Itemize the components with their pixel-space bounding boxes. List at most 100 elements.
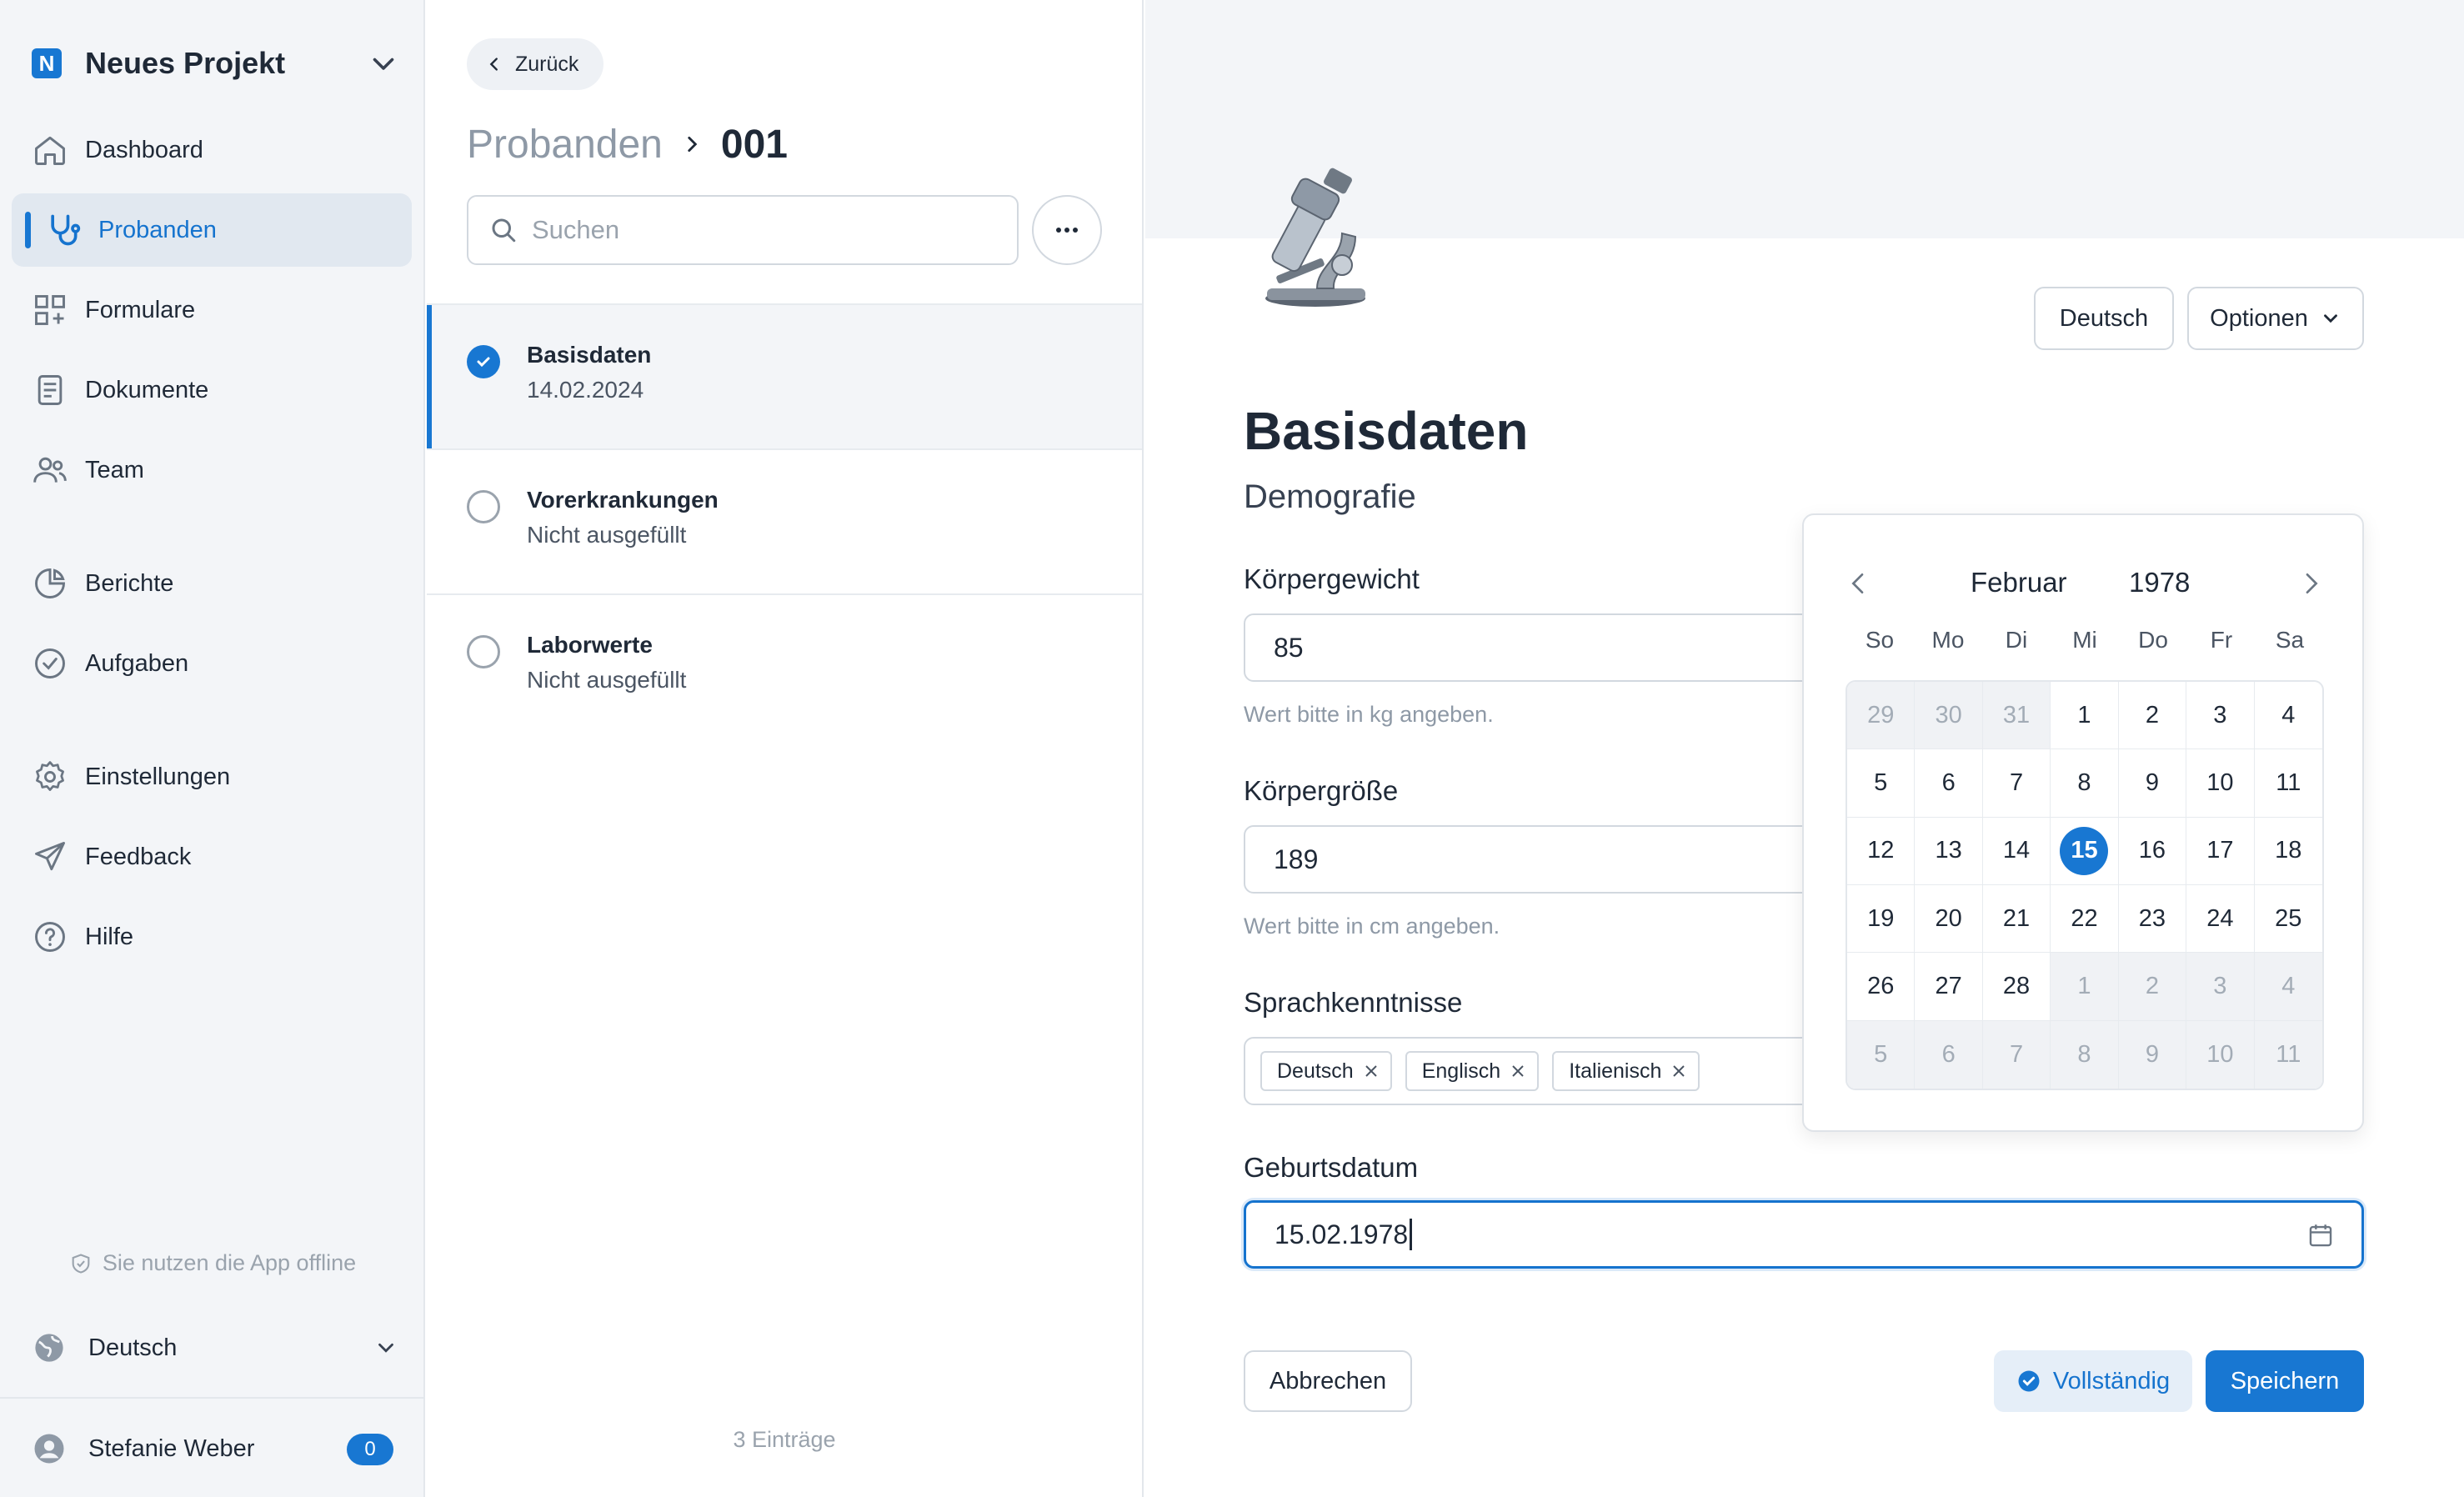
sidebar-item-dashboard[interactable]: Dashboard: [12, 113, 412, 187]
calendar-day[interactable]: 4: [2254, 953, 2322, 1021]
calendar-day[interactable]: 10: [2186, 749, 2255, 818]
notification-badge[interactable]: 0: [347, 1434, 393, 1465]
calendar-day[interactable]: 8: [2051, 749, 2119, 818]
calendar-day-label: 2: [2145, 972, 2159, 999]
calendar-day-label: 20: [1935, 904, 1962, 932]
calendar-day[interactable]: 28: [1982, 953, 2051, 1021]
calendar-day[interactable]: 26: [1847, 953, 1916, 1021]
calendar-day-label: 10: [2206, 1040, 2234, 1068]
calendar-day[interactable]: 20: [1915, 885, 1983, 954]
calendar-day[interactable]: 12: [1847, 817, 1916, 885]
chevron-right-icon[interactable]: [2297, 570, 2324, 597]
calendar-day[interactable]: 1: [2051, 953, 2119, 1021]
sidebar-item-aufgaben[interactable]: Aufgaben: [12, 627, 412, 700]
cancel-button[interactable]: Abbrechen: [1244, 1350, 1412, 1412]
sidebar-item-einstellungen[interactable]: Einstellungen: [12, 740, 412, 814]
calendar-day-label: 19: [1867, 904, 1895, 932]
calendar-day[interactable]: 5: [1847, 1020, 1916, 1089]
weight-help: Wert bitte in kg angeben.: [1244, 702, 1494, 727]
form-section-title: Demografie: [1244, 478, 1416, 515]
sidebar-item-formulare[interactable]: Formulare: [12, 273, 412, 347]
back-label: Zurück: [515, 52, 579, 76]
sidebar-item-berichte[interactable]: Berichte: [12, 547, 412, 620]
calendar-day[interactable]: 11: [2254, 1020, 2322, 1089]
calendar-day[interactable]: 9: [2118, 1020, 2187, 1089]
calendar-day[interactable]: 1: [2051, 682, 2119, 750]
options-label: Optionen: [2210, 304, 2308, 332]
sidebar-item-feedback[interactable]: Feedback: [12, 820, 412, 894]
sidebar-item-probanden[interactable]: Probanden: [12, 193, 412, 267]
calendar-day[interactable]: 11: [2254, 749, 2322, 818]
calendar-day[interactable]: 25: [2254, 885, 2322, 954]
calendar-day[interactable]: 21: [1982, 885, 2051, 954]
user-menu[interactable]: Stefanie Weber 0: [32, 1427, 398, 1470]
calendar-day[interactable]: 4: [2254, 682, 2322, 750]
home-icon: [35, 136, 65, 165]
calendar-day[interactable]: 9: [2118, 749, 2187, 818]
project-switcher[interactable]: N Neues Projekt: [32, 42, 398, 85]
sidebar-item-label: Team: [85, 456, 144, 483]
month-select[interactable]: Februar: [1971, 567, 2067, 598]
calendar-day[interactable]: 7: [1982, 1020, 2051, 1089]
chevron-left-icon[interactable]: [1845, 570, 1872, 597]
calendar-day[interactable]: 17: [2186, 817, 2255, 885]
list-item[interactable]: Basisdaten 14.02.2024: [427, 305, 1142, 448]
calendar-day[interactable]: 23: [2118, 885, 2187, 954]
search-box[interactable]: [467, 195, 1019, 265]
calendar-day[interactable]: 27: [1915, 953, 1983, 1021]
calendar-day[interactable]: 10: [2186, 1020, 2255, 1089]
sidebar-item-label: Einstellungen: [85, 763, 231, 790]
calendar-day-label: 31: [2002, 701, 2031, 728]
calendar-day[interactable]: 30: [1915, 682, 1983, 750]
sidebar-item-dokumente[interactable]: Dokumente: [12, 353, 412, 427]
calendar-day[interactable]: 24: [2186, 885, 2255, 954]
calendar-day[interactable]: 13: [1915, 817, 1983, 885]
close-icon[interactable]: [1671, 1064, 1686, 1079]
calendar-day[interactable]: 14: [1982, 817, 2051, 885]
calendar-day-label: 11: [2276, 769, 2301, 796]
calendar-day[interactable]: 19: [1847, 885, 1916, 954]
calendar-day[interactable]: 2: [2118, 682, 2187, 750]
calendar-day[interactable]: 5: [1847, 749, 1916, 818]
list-item[interactable]: Laborwerte Nicht ausgefüllt: [427, 595, 1142, 738]
list-item[interactable]: Vorerkrankungen Nicht ausgefüllt: [427, 450, 1142, 593]
close-icon[interactable]: [1510, 1064, 1525, 1079]
calendar-day[interactable]: 29: [1847, 682, 1916, 750]
complete-label: Vollständig: [2052, 1367, 2171, 1394]
weight-label: Körpergewicht: [1244, 563, 1420, 594]
form-language-button[interactable]: Deutsch: [2034, 287, 2174, 350]
calendar-day[interactable]: 3: [2186, 953, 2255, 1021]
sidebar-item-team[interactable]: Team: [12, 433, 412, 507]
calendar-day[interactable]: 8: [2051, 1020, 2119, 1089]
calendar-day[interactable]: 31: [1982, 682, 2051, 750]
calendar-day-label: 7: [2009, 1040, 2024, 1068]
more-options-button[interactable]: [1032, 195, 1102, 265]
calendar-icon[interactable]: [2306, 1221, 2335, 1249]
save-button[interactable]: Speichern: [2206, 1350, 2364, 1412]
calendar-day-selected[interactable]: 15: [2051, 817, 2119, 885]
search-icon: [492, 218, 516, 243]
calendar-day[interactable]: 6: [1915, 749, 1983, 818]
close-icon[interactable]: [1364, 1064, 1379, 1079]
calendar-day[interactable]: 22: [2051, 885, 2119, 954]
calendar-day[interactable]: 3: [2186, 682, 2255, 750]
weekday-label: Mo: [1931, 627, 1965, 653]
weekday-label: So: [1865, 627, 1895, 653]
calendar-day[interactable]: 16: [2118, 817, 2187, 885]
language-select[interactable]: Deutsch: [32, 1325, 398, 1370]
year-select[interactable]: 1978: [2129, 567, 2190, 598]
breadcrumb-parent[interactable]: Probanden: [467, 122, 663, 168]
sidebar-item-hilfe[interactable]: Hilfe: [12, 900, 412, 974]
calendar-day[interactable]: 2: [2118, 953, 2187, 1021]
options-button[interactable]: Optionen: [2187, 287, 2364, 350]
calendar-day[interactable]: 7: [1982, 749, 2051, 818]
list-item-title: Basisdaten: [527, 342, 652, 368]
calendar-day[interactable]: 6: [1915, 1020, 1983, 1089]
calendar-day-label: 12: [1867, 837, 1895, 864]
back-button[interactable]: Zurück: [467, 38, 603, 90]
birthdate-field[interactable]: 15.02.1978: [1244, 1200, 2364, 1269]
search-input[interactable]: [532, 215, 999, 245]
complete-toggle[interactable]: Vollständig: [1994, 1350, 2192, 1412]
calendar-day[interactable]: 18: [2254, 818, 2322, 885]
tag-label: Englisch: [1421, 1059, 1501, 1083]
